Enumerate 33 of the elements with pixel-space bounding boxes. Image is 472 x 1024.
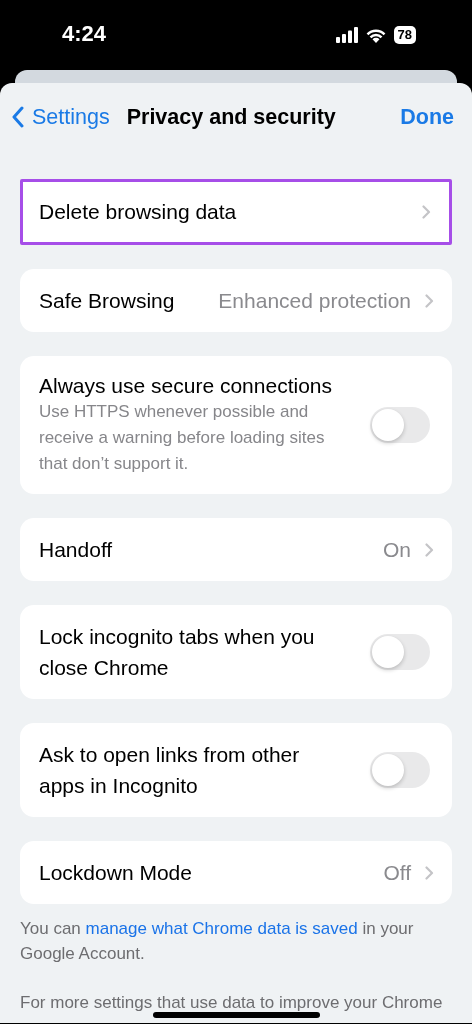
battery-icon: 78: [393, 26, 416, 44]
toggle-switch[interactable]: [370, 752, 430, 788]
back-button[interactable]: Settings: [12, 104, 110, 130]
footer-text: For more settings that use data to improve your Chrome: [20, 992, 444, 1014]
chevron-icon: [425, 542, 434, 557]
settings-row[interactable]: Safe Browsing Enhanced protection: [20, 269, 452, 332]
row-label: Always use secure connections: [39, 373, 333, 399]
chevron-icon: [425, 293, 434, 308]
row-value: Off: [383, 860, 411, 885]
row-label: Lockdown Mode: [39, 860, 192, 885]
row-label: Delete browsing data: [39, 200, 237, 224]
footer-text: You can manage what Chrome data is saved in your Google Account.: [20, 918, 415, 965]
footer-link[interactable]: manage what Chrome data is saved: [85, 919, 358, 938]
signal-icon: [335, 27, 358, 43]
row-label: Handoff: [39, 537, 113, 562]
toggle-switch[interactable]: [370, 407, 430, 443]
row-value: On: [383, 537, 411, 562]
screen-title: Privacy and security: [126, 104, 336, 130]
clock: 4:24: [62, 21, 107, 47]
settings-row[interactable]: Lockdown Mode Off: [20, 841, 452, 904]
row-label: Safe Browsing: [39, 288, 175, 313]
done-button[interactable]: Done: [400, 104, 454, 130]
row-description: Use HTTPS whenever possible and receive a warning before loading sites that don’t support it.: [39, 401, 326, 475]
settings-row[interactable]: Handoff On: [20, 518, 452, 581]
back-icon: [12, 106, 24, 128]
chevron-icon: [425, 865, 434, 880]
row-value: Enhanced protection: [218, 288, 411, 313]
wifi-icon: [364, 27, 387, 43]
chevron-icon: [422, 205, 431, 219]
row-label: Ask to open links from other apps in Incognito: [39, 742, 301, 799]
toggle-switch[interactable]: [370, 634, 430, 670]
settings-row[interactable]: Delete browsing data: [20, 179, 452, 245]
row-label: Lock incognito tabs when you close Chrome: [39, 624, 316, 681]
